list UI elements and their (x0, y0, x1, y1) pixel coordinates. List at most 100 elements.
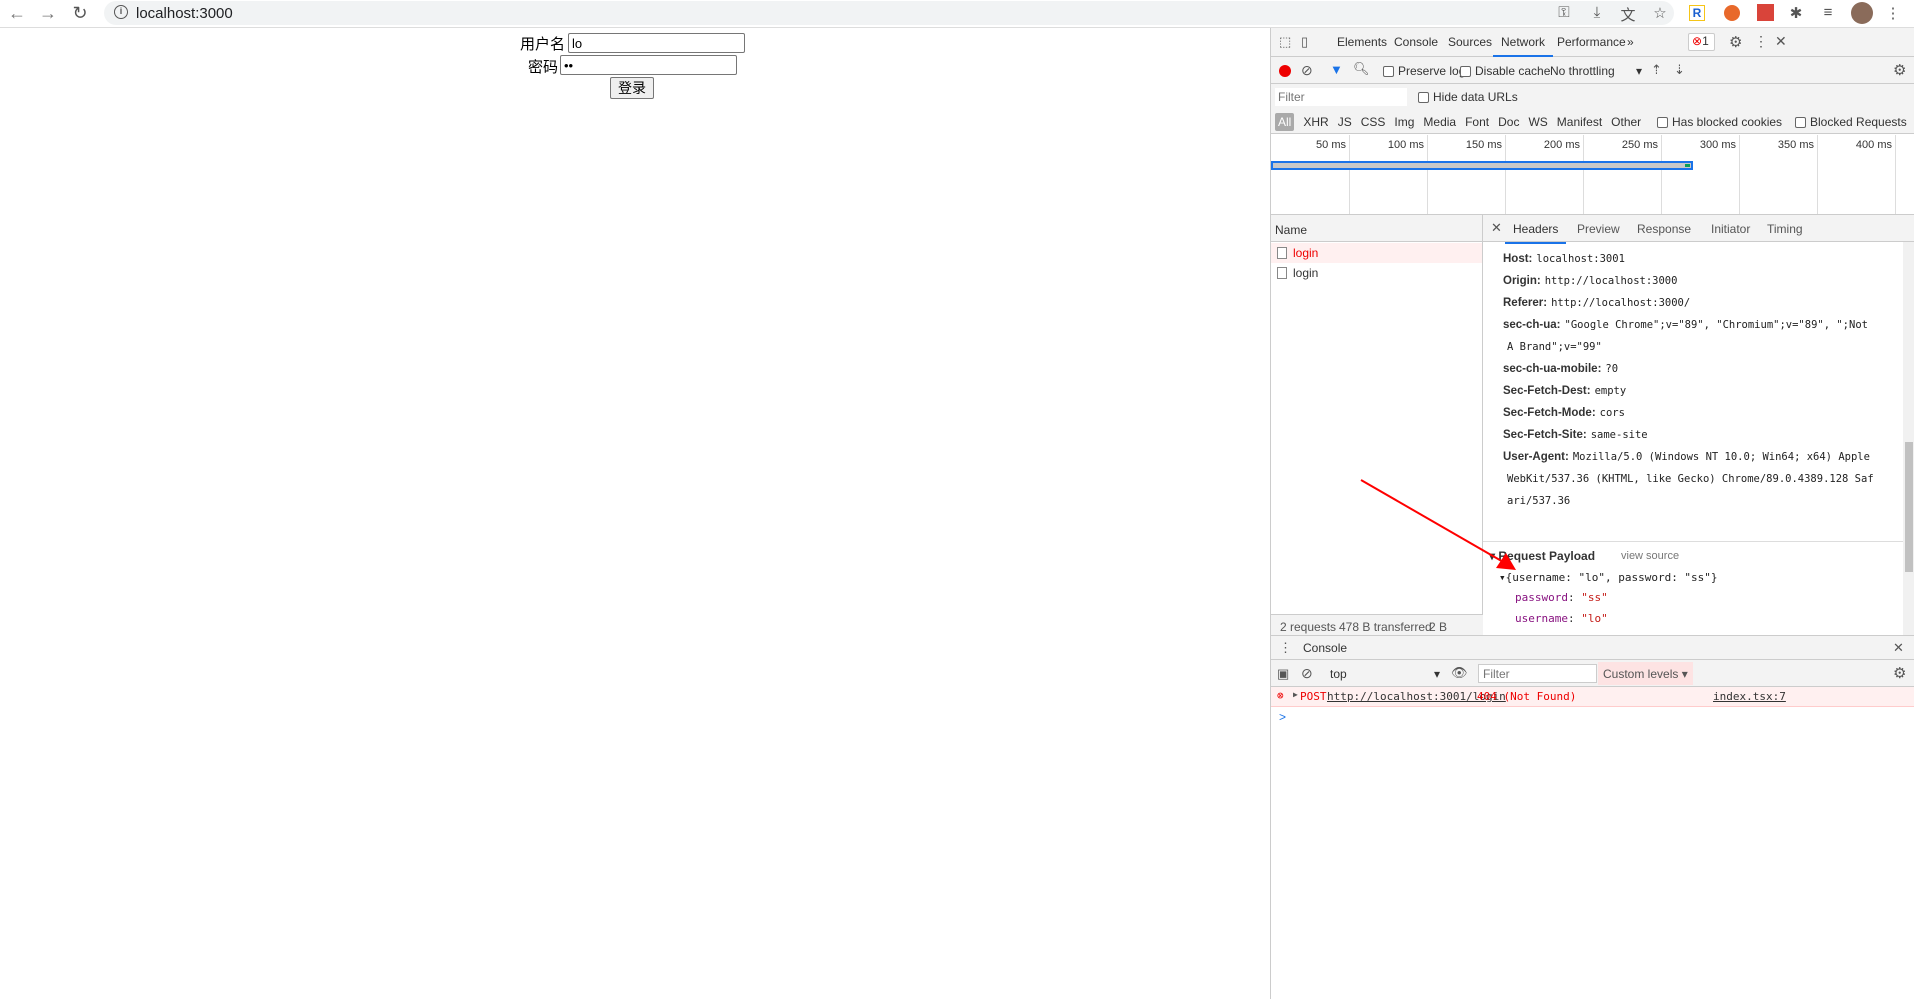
forward-icon[interactable]: → (36, 3, 60, 24)
console-prompt[interactable]: > (1279, 710, 1286, 724)
request-header: Sec-Fetch-Mode: cors (1503, 407, 1625, 419)
avatar[interactable] (1851, 2, 1873, 24)
inspect-icon[interactable]: ⬚ (1279, 34, 1291, 50)
tab-console[interactable]: Console (1394, 35, 1438, 49)
record-icon[interactable] (1279, 65, 1291, 77)
reload-icon[interactable]: ↻ (68, 3, 92, 24)
timeline-bar (1271, 161, 1693, 170)
hide-data-urls-checkbox[interactable]: Hide data URLs (1418, 90, 1518, 104)
name-column-header[interactable]: Name (1271, 215, 1482, 242)
tab-console-drawer[interactable]: Console (1294, 641, 1356, 663)
scrollbar[interactable] (1903, 242, 1914, 635)
type-filter-js[interactable]: JS (1338, 115, 1352, 129)
view-source-link[interactable]: view source (1621, 550, 1679, 562)
filter-icon[interactable]: ▼ (1330, 62, 1343, 77)
key-icon[interactable]: ⚿ (1553, 4, 1575, 21)
extension-brush-icon[interactable] (1724, 5, 1740, 21)
tab-response[interactable]: Response (1637, 222, 1691, 236)
username-label: 用户名 (520, 36, 566, 53)
password-label: 密码 (528, 59, 559, 76)
username-input[interactable] (568, 33, 745, 53)
back-icon[interactable]: ← (5, 3, 29, 24)
type-filter-manifest[interactable]: Manifest (1557, 115, 1602, 129)
type-filter-ws[interactable]: WS (1528, 115, 1547, 129)
type-filter-other[interactable]: Other (1611, 115, 1641, 129)
url-text[interactable]: localhost:3000 (136, 5, 233, 22)
tab-preview[interactable]: Preview (1577, 222, 1620, 236)
info-icon[interactable]: i (114, 5, 128, 19)
request-header: ari/537.36 (1507, 495, 1571, 507)
puzzle-icon[interactable]: ✱ (1785, 4, 1807, 22)
log-levels-select[interactable]: Custom levels ▾ (1598, 662, 1693, 685)
error-source-link[interactable]: index.tsx:7 (1713, 690, 1786, 703)
close-drawer-icon[interactable]: ✕ (1893, 640, 1904, 656)
requests-pane: Name login login (1271, 215, 1483, 626)
error-count-badge[interactable]: ⊗1 (1688, 33, 1715, 51)
more-tabs-button[interactable]: » (1627, 35, 1634, 49)
filter-input[interactable] (1275, 88, 1407, 106)
media-icon[interactable]: ≡ (1817, 4, 1839, 21)
close-detail-icon[interactable]: ✕ (1491, 220, 1502, 236)
has-blocked-cookies-checkbox[interactable]: Has blocked cookies (1657, 115, 1782, 129)
type-filter-all[interactable]: All (1275, 113, 1295, 131)
timeline-gridline (1739, 135, 1740, 214)
request-row[interactable]: login (1271, 243, 1482, 263)
disable-cache-checkbox[interactable]: Disable cache (1460, 64, 1550, 78)
menu-icon[interactable]: ⋮ (1882, 4, 1904, 22)
clear-icon[interactable]: ⊘ (1301, 62, 1313, 79)
timeline-gridline (1583, 135, 1584, 214)
request-header: User-Agent: Mozilla/5.0 (Windows NT 10.0;… (1503, 451, 1870, 463)
console-error-message[interactable]: ⊗ ▶ POST http://localhost:3001/login 404… (1271, 687, 1914, 707)
extension-paw-icon[interactable] (1757, 4, 1774, 21)
close-icon[interactable]: ✕ (1775, 33, 1787, 50)
devtools-panel: ⬚ ▯ Elements Console Sources Network Per… (1270, 28, 1914, 999)
request-payload-section[interactable]: ▾ Request Payload (1489, 549, 1595, 563)
address-bar[interactable]: i localhost:3000 (104, 1, 1674, 25)
network-settings-icon[interactable]: ⚙ (1893, 61, 1906, 79)
search-icon[interactable]: 🔍︎ (1353, 61, 1370, 77)
payload-summary[interactable]: ▾{username: "lo", password: "ss"} (1499, 571, 1718, 584)
settings-icon[interactable]: ⚙ (1729, 33, 1742, 51)
type-filter-img[interactable]: Img (1394, 115, 1414, 129)
tab-sources[interactable]: Sources (1448, 35, 1492, 49)
tab-network[interactable]: Network (1492, 35, 1554, 57)
tab-performance[interactable]: Performance (1557, 35, 1626, 49)
translate-icon[interactable]: 文 (1617, 4, 1639, 25)
browser-toolbar: ← → ↻ i localhost:3000 ⚿ ⤓ 文 ☆ R ✱ ≡ ⋮ (0, 0, 1914, 28)
timeline-gridline (1661, 135, 1662, 214)
blocked-requests-checkbox[interactable]: Blocked Requests (1795, 115, 1907, 129)
request-header: Origin: http://localhost:3000 (1503, 275, 1678, 287)
timeline-gridline (1349, 135, 1350, 214)
tab-initiator[interactable]: Initiator (1711, 222, 1750, 236)
type-filter-doc[interactable]: Doc (1498, 115, 1519, 129)
drawer-menu-icon[interactable]: ⋮ (1279, 640, 1292, 656)
timeline-overview[interactable]: 50 ms 100 ms 150 ms 200 ms 250 ms 300 ms 350 m… (1271, 135, 1914, 215)
tab-headers[interactable]: Headers (1504, 222, 1567, 244)
context-select[interactable]: top ▾ (1330, 667, 1440, 681)
tab-timing[interactable]: Timing (1767, 222, 1803, 236)
password-input[interactable] (560, 55, 737, 75)
type-filter-media[interactable]: Media (1423, 115, 1456, 129)
type-filter-xhr[interactable]: XHR (1303, 115, 1328, 129)
device-toggle-icon[interactable]: ▯ (1301, 34, 1308, 50)
preserve-log-checkbox[interactable]: Preserve log (1383, 64, 1465, 78)
type-filter-css[interactable]: CSS (1361, 115, 1386, 129)
throttling-select[interactable]: No throttling ▾ (1550, 64, 1642, 78)
type-filter-font[interactable]: Font (1465, 115, 1489, 129)
kebab-menu-icon[interactable]: ⋮ (1754, 33, 1768, 50)
sidebar-toggle-icon[interactable]: ▣ (1277, 666, 1289, 682)
clear-console-icon[interactable]: ⊘ (1301, 665, 1313, 682)
eye-icon[interactable]: 👁︎ (1451, 665, 1468, 681)
import-har-icon[interactable]: ⇡ (1651, 62, 1662, 78)
login-button[interactable]: 登录 (610, 77, 654, 99)
tab-elements[interactable]: Elements (1337, 35, 1387, 49)
star-icon[interactable]: ☆ (1649, 4, 1671, 22)
console-filter-input[interactable] (1478, 664, 1597, 683)
install-icon[interactable]: ⤓ (1586, 4, 1608, 21)
timeline-gridline (1505, 135, 1506, 214)
extension-r-icon[interactable]: R (1689, 5, 1705, 21)
export-har-icon[interactable]: ⇣ (1674, 62, 1685, 78)
request-header: sec-ch-ua: "Google Chrome";v="89", "Chrom… (1503, 319, 1868, 331)
console-settings-icon[interactable]: ⚙ (1893, 664, 1906, 682)
request-row[interactable]: login (1271, 263, 1482, 283)
